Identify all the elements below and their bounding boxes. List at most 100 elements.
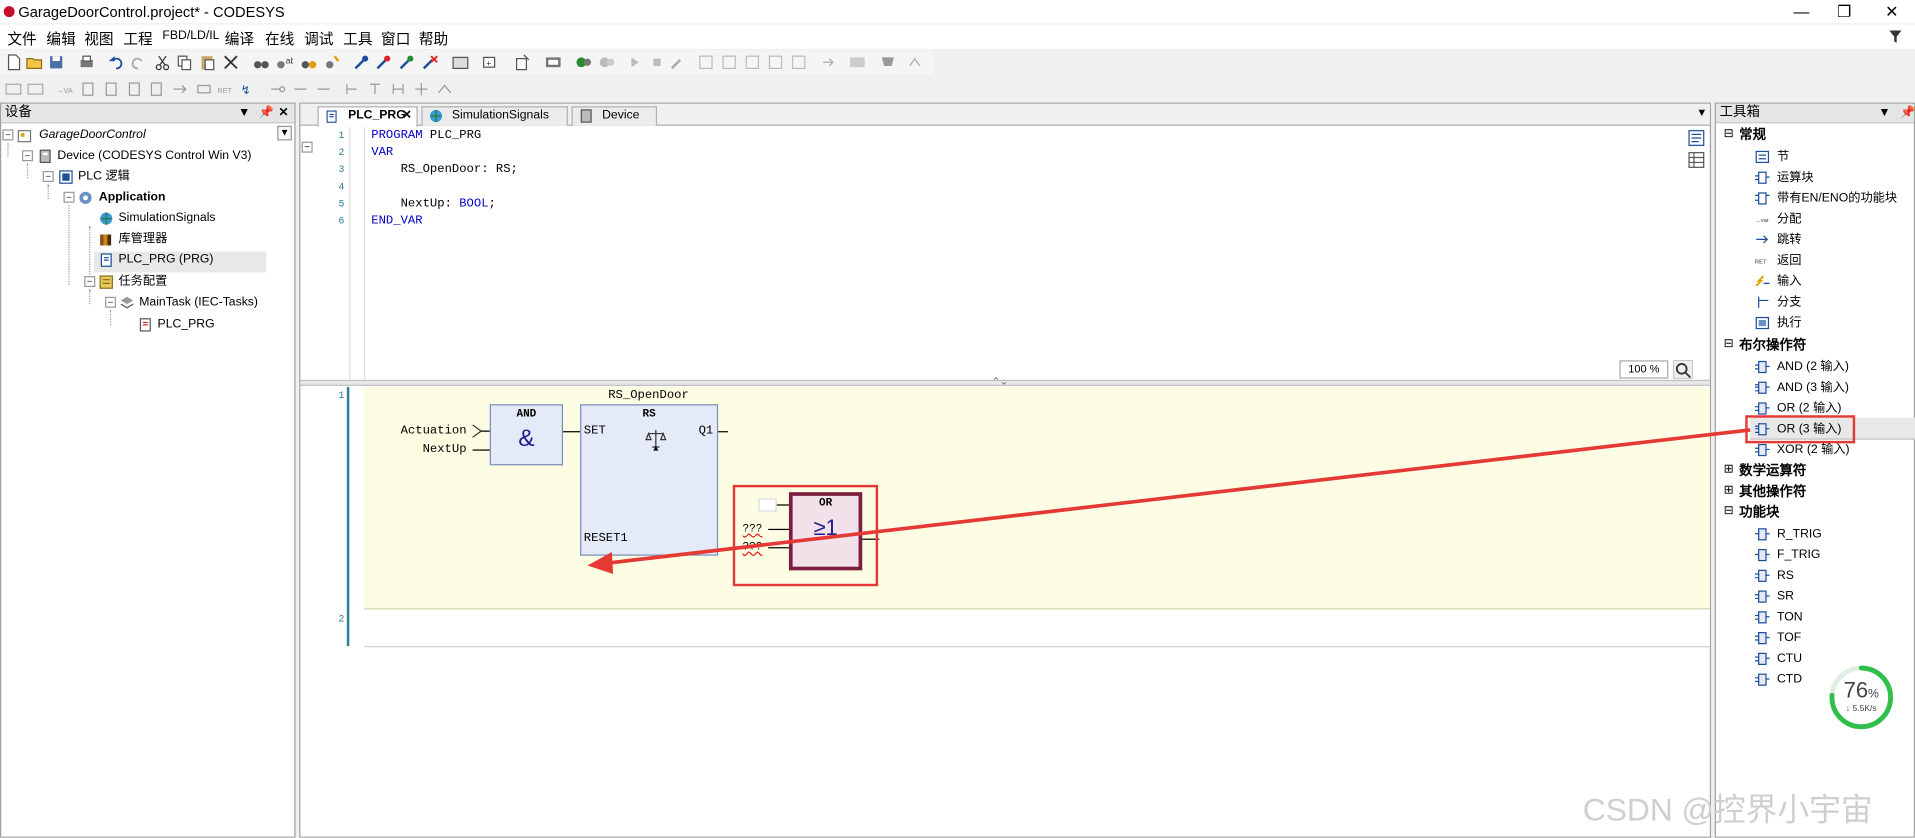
menu-tools[interactable]: 工具 xyxy=(343,28,372,49)
code-line[interactable]: PROGRAM PLC_PRG xyxy=(371,128,481,145)
menu-edit[interactable]: 编辑 xyxy=(46,28,75,49)
panel-close-icon[interactable]: ✕ xyxy=(278,104,288,122)
insert-parallel-icon[interactable] xyxy=(390,81,407,98)
network-speed-widget[interactable]: 76% ↓ 5.5K/s xyxy=(1827,663,1895,731)
close-tab-icon[interactable]: ✕ xyxy=(402,107,412,124)
device-tool-icon[interactable] xyxy=(452,54,469,71)
print-icon[interactable] xyxy=(78,54,95,71)
menu-project[interactable]: 工程 xyxy=(123,28,152,49)
insert-box-en-icon[interactable] xyxy=(103,81,120,98)
insert-network-icon[interactable] xyxy=(5,81,22,98)
rs-instance-name[interactable]: RS_OpenDoor xyxy=(608,390,689,403)
close-button[interactable]: ✕ xyxy=(1873,0,1910,23)
redo-icon[interactable] xyxy=(129,54,146,71)
add-object-icon[interactable]: + xyxy=(482,54,499,71)
edge-detection-icon[interactable] xyxy=(292,81,309,98)
tab-list-dropdown-icon[interactable]: ▼ xyxy=(1696,106,1707,118)
tree-dropdown-button[interactable]: ▼ xyxy=(277,125,292,141)
generate-code-icon[interactable] xyxy=(398,54,415,71)
toolbox-category-math-operators[interactable]: ⊞ 数学运算符 xyxy=(1723,462,1807,483)
find-in-project-icon[interactable] xyxy=(300,54,317,71)
tree-collapse-icon[interactable]: − xyxy=(105,296,117,308)
insert-branch-start-icon[interactable] xyxy=(366,81,383,98)
menu-view[interactable]: 视图 xyxy=(84,28,113,49)
new-project-icon[interactable] xyxy=(5,54,22,71)
rs-block[interactable]: RS SET RESET1 Q1 xyxy=(580,404,719,556)
insert-input-icon[interactable]: ↯ xyxy=(241,81,258,98)
step-out-icon[interactable] xyxy=(767,54,784,71)
code-line[interactable]: RS_OpenDoor: RS; xyxy=(371,162,518,179)
maximize-button[interactable]: ❐ xyxy=(1826,0,1863,23)
fbd-implementation-editor[interactable]: 1 2 RS_OpenDoor Actuation NextUp AND & R… xyxy=(300,387,1710,838)
and-block[interactable]: AND & xyxy=(489,404,564,466)
insert-box-icon[interactable] xyxy=(79,81,96,98)
show-next-statement-icon[interactable] xyxy=(819,54,836,71)
input-nextup[interactable]: NextUp xyxy=(423,443,467,456)
negate-icon[interactable] xyxy=(269,81,286,98)
insert-return-icon[interactable]: RET xyxy=(217,81,234,98)
toolbox-category-other-operators[interactable]: ⊞ 其他操作符 xyxy=(1723,482,1807,503)
clean-icon[interactable] xyxy=(421,54,438,71)
tab-plc-prg[interactable]: PLC_PRG ✕ xyxy=(317,106,418,128)
set-reset-icon[interactable] xyxy=(315,81,332,98)
tabular-view-icon[interactable] xyxy=(1688,151,1705,168)
undo-icon[interactable] xyxy=(107,54,124,71)
menu-build[interactable]: 编译 xyxy=(225,28,254,49)
paste-icon[interactable] xyxy=(199,54,216,71)
network-1[interactable] xyxy=(363,387,1710,610)
code-line[interactable]: VAR xyxy=(371,145,393,162)
menu-debug[interactable]: 调试 xyxy=(304,28,333,49)
save-icon[interactable] xyxy=(48,54,65,71)
panel-dropdown-icon[interactable]: ▼ xyxy=(238,104,250,122)
write-values-icon[interactable] xyxy=(849,54,866,71)
build-icon[interactable] xyxy=(353,54,370,71)
step-into-icon[interactable] xyxy=(744,54,761,71)
reset-icon[interactable] xyxy=(669,54,686,71)
tree-collapse-icon[interactable]: − xyxy=(42,170,54,182)
breakpoint-icon[interactable] xyxy=(697,54,714,71)
tree-collapse-icon[interactable]: − xyxy=(2,129,14,141)
insert-branch-icon[interactable] xyxy=(343,81,360,98)
textual-view-icon[interactable] xyxy=(1688,129,1705,146)
copy-icon[interactable] xyxy=(176,54,193,71)
menu-online[interactable]: 在线 xyxy=(265,28,294,49)
insert-empty-box-en-icon[interactable] xyxy=(148,81,165,98)
rebuild-icon[interactable] xyxy=(375,54,392,71)
logout-icon[interactable] xyxy=(598,54,615,71)
input-actuation[interactable]: Actuation xyxy=(401,425,467,438)
force-values-icon[interactable] xyxy=(879,54,896,71)
tab-simulation-signals[interactable]: SimulationSignals xyxy=(421,106,568,126)
tree-collapse-icon[interactable]: − xyxy=(21,150,33,162)
minimize-button[interactable]: — xyxy=(1783,0,1820,23)
insert-label-icon[interactable] xyxy=(195,81,212,98)
stop-icon[interactable] xyxy=(649,54,666,71)
open-project-icon[interactable] xyxy=(26,54,43,71)
code-line[interactable]: NextUp: BOOL; xyxy=(371,197,496,214)
editor-splitter[interactable]: ⌃⌄ xyxy=(300,376,1710,387)
tab-device[interactable]: Device xyxy=(571,106,658,126)
step-over-icon[interactable] xyxy=(721,54,738,71)
insert-icon[interactable] xyxy=(514,54,531,71)
menu-window[interactable]: 窗口 xyxy=(381,28,410,49)
panel-dropdown-icon[interactable]: ▼ xyxy=(1878,104,1890,122)
unforce-icon[interactable] xyxy=(907,54,924,71)
start-icon[interactable] xyxy=(627,54,644,71)
filter-icon[interactable] xyxy=(1888,29,1903,44)
find-icon[interactable] xyxy=(253,54,270,71)
panel-pin-icon[interactable]: 📌 xyxy=(259,104,274,122)
update-parameters-icon[interactable] xyxy=(436,81,453,98)
menu-file[interactable]: 文件 xyxy=(7,28,36,49)
insert-network-below-icon[interactable] xyxy=(27,81,44,98)
splitter-arrows-icon[interactable]: ⌃⌄ xyxy=(992,376,1008,387)
network-2[interactable] xyxy=(363,610,1710,648)
toolbox-category-boolean-operators[interactable]: ⊟ 布尔操作符 xyxy=(1723,336,1807,357)
tree-collapse-icon[interactable]: − xyxy=(84,276,96,288)
toolbox-category-general[interactable]: ⊟ 常规 xyxy=(1723,126,1766,147)
declaration-editor[interactable]: − 1 PROGRAM PLC_PRG 2 VAR 3 RS_OpenDoor: RS;… xyxy=(300,127,1709,384)
menu-help[interactable]: 帮助 xyxy=(419,28,448,49)
delete-icon[interactable] xyxy=(222,54,239,71)
login-icon[interactable] xyxy=(545,54,562,71)
toolbox-category-function-blocks[interactable]: ⊟ 功能块 xyxy=(1723,503,1780,524)
online-login-icon[interactable] xyxy=(575,54,592,71)
set-output-icon[interactable] xyxy=(413,81,430,98)
